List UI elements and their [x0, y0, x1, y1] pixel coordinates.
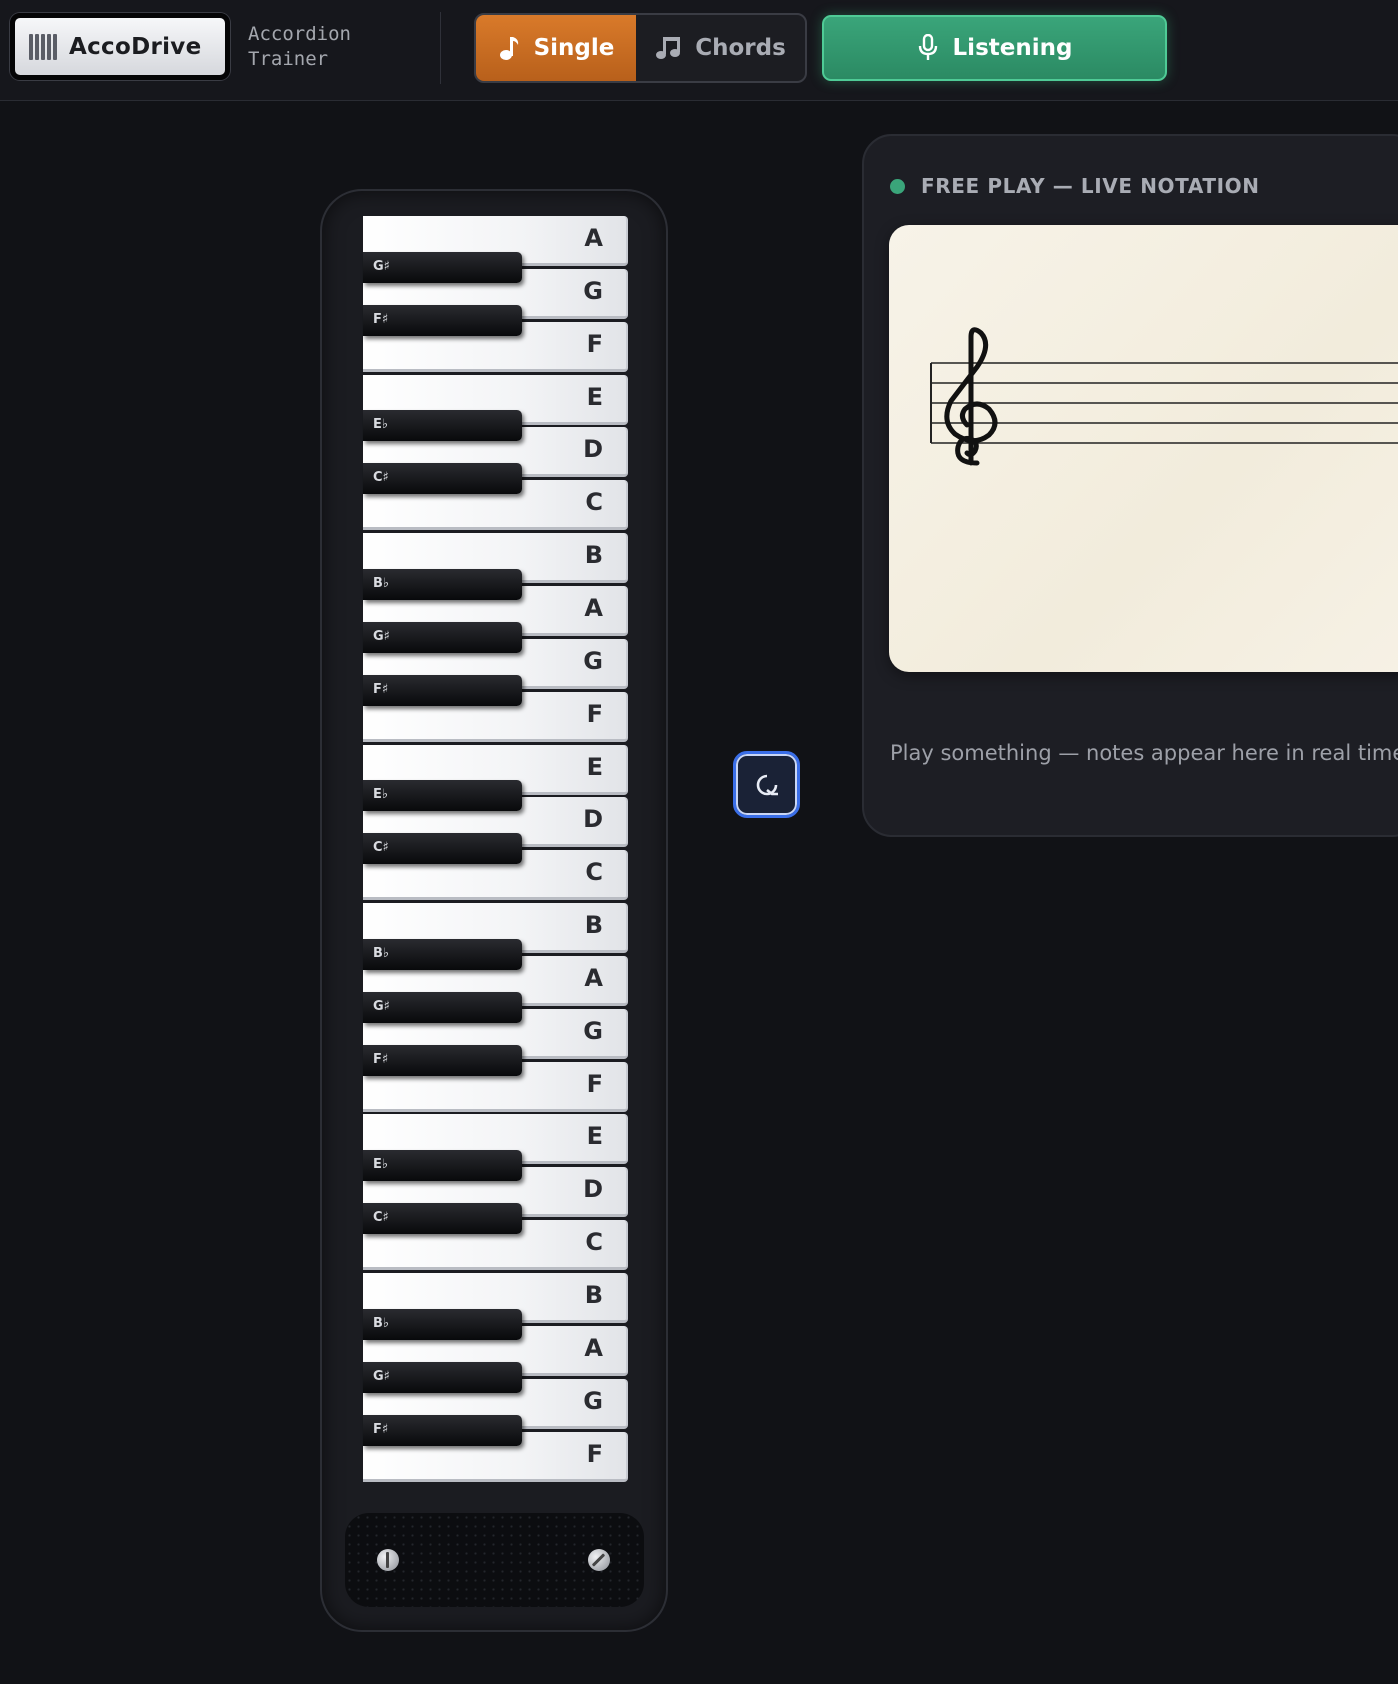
- black-key-label: F♯: [373, 311, 389, 327]
- mode-toggle: Single Chords: [474, 13, 807, 83]
- white-key-label: B: [584, 1281, 603, 1309]
- black-key[interactable]: G♯: [363, 1361, 522, 1393]
- microphone-icon: [918, 34, 937, 60]
- black-key[interactable]: G♯: [363, 991, 522, 1023]
- white-key-label: A: [584, 1333, 603, 1362]
- white-key-label: A: [584, 963, 603, 992]
- accordion-icon: [29, 33, 57, 61]
- mode-single-label: Single: [533, 35, 615, 61]
- listening-button[interactable]: Listening: [822, 15, 1167, 81]
- white-key-label: E: [586, 382, 603, 411]
- black-key[interactable]: B♭: [363, 568, 522, 600]
- black-key[interactable]: F♯: [363, 674, 522, 706]
- black-key[interactable]: E♭: [363, 410, 522, 442]
- black-key[interactable]: B♭: [363, 1308, 522, 1340]
- black-key[interactable]: E♭: [363, 780, 522, 812]
- black-key-label: C♯: [373, 840, 389, 856]
- black-key-label: G♯: [373, 1368, 390, 1384]
- white-key-label: A: [584, 593, 603, 622]
- white-key-label: G: [583, 1386, 603, 1415]
- white-key-label: F: [586, 1439, 603, 1468]
- black-key[interactable]: G♯: [363, 251, 522, 283]
- status-dot: [890, 178, 905, 194]
- white-key-label: G: [583, 646, 603, 675]
- black-key-label: E♭: [373, 1157, 389, 1173]
- black-key[interactable]: E♭: [363, 1150, 522, 1182]
- speaker-grille: [345, 1513, 644, 1607]
- black-key-label: G♯: [373, 258, 390, 274]
- mode-chords-button[interactable]: Chords: [636, 15, 805, 81]
- notation-title: FREE PLAY — LIVE NOTATION: [921, 174, 1260, 198]
- black-key-label: B♭: [373, 575, 390, 591]
- notation-header: FREE PLAY — LIVE NOTATION: [890, 174, 1260, 198]
- loop-icon: [756, 774, 778, 795]
- mode-chords-label: Chords: [695, 35, 786, 61]
- top-bar: AccoDrive Accordion Trainer Single Chord…: [0, 0, 1398, 101]
- black-key[interactable]: C♯: [363, 463, 522, 495]
- white-key-label: C: [585, 488, 603, 517]
- black-key[interactable]: F♯: [363, 1044, 522, 1076]
- white-key-label: F: [586, 1069, 603, 1098]
- white-key-label: B: [584, 911, 603, 940]
- listening-label: Listening: [952, 35, 1073, 61]
- black-key-label: C♯: [373, 1210, 389, 1226]
- white-key-label: B: [584, 541, 603, 570]
- black-key-label: E♭: [373, 417, 389, 433]
- black-key[interactable]: C♯: [363, 833, 522, 865]
- white-key-label: D: [583, 1175, 603, 1204]
- header-divider: [440, 12, 441, 84]
- notation-hint: Play something — notes appear here in re…: [890, 741, 1398, 765]
- white-key-label: A: [584, 224, 603, 252]
- chord-notes-icon: [656, 37, 681, 59]
- white-key-label: F: [586, 699, 603, 728]
- black-key[interactable]: B♭: [363, 938, 522, 970]
- black-key-label: E♭: [373, 787, 389, 803]
- screw-icon: [377, 1549, 399, 1571]
- black-key[interactable]: F♯: [363, 304, 522, 336]
- black-key-label: G♯: [373, 628, 390, 644]
- black-key-label: F♯: [373, 681, 389, 697]
- music-note-icon: [499, 37, 518, 60]
- black-key-label: C♯: [373, 470, 389, 486]
- white-key-label: D: [583, 805, 603, 834]
- black-key-label: F♯: [373, 1051, 389, 1067]
- white-key-label: E: [586, 752, 603, 781]
- white-key-label: E: [586, 1122, 603, 1151]
- black-key[interactable]: F♯: [363, 1414, 522, 1446]
- white-key-label: G: [583, 1016, 603, 1045]
- mode-single-button[interactable]: Single: [476, 15, 636, 81]
- black-key-label: F♯: [373, 1421, 389, 1437]
- black-key-label: G♯: [373, 998, 390, 1014]
- white-key-label: D: [583, 435, 603, 464]
- app-name: AccoDrive: [69, 33, 202, 60]
- white-key-label: G: [583, 276, 603, 305]
- black-key[interactable]: G♯: [363, 621, 522, 653]
- logo-button[interactable]: AccoDrive: [10, 13, 230, 80]
- accordion-keyboard: A G F E D C B A G F E D C B A G F E D C B A G F G♯ F♯ E♭ C♯ B♭ G♯ F♯ E♭…: [320, 189, 668, 1632]
- piano-keys: A G F E D C B A G F E D C B A G F E D C B A G F G♯ F♯ E♭ C♯ B♭ G♯ F♯ E♭…: [363, 216, 628, 1484]
- staff: [930, 327, 1398, 466]
- black-key-label: B♭: [373, 1315, 390, 1331]
- white-key-label: C: [585, 858, 603, 887]
- white-key-label: C: [585, 1228, 603, 1257]
- white-key-label: F: [586, 329, 603, 358]
- app-subtitle: Accordion Trainer: [248, 23, 351, 70]
- black-key-label: B♭: [373, 945, 390, 961]
- black-key[interactable]: C♯: [363, 1203, 522, 1235]
- screw-icon: [588, 1549, 610, 1571]
- notation-panel: FREE PLAY — LIVE NOTATION Play something…: [862, 134, 1398, 837]
- loop-button[interactable]: [733, 751, 800, 818]
- staff-sheet: [889, 225, 1398, 672]
